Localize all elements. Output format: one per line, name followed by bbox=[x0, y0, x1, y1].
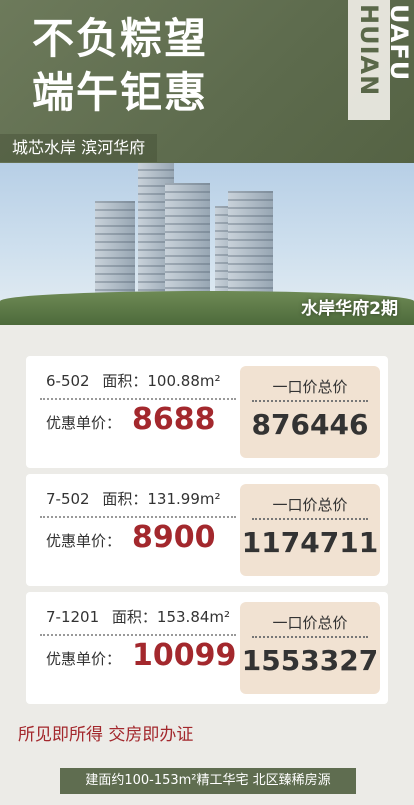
unit-info: 7-502 面积：131.99m² bbox=[46, 488, 221, 509]
listing-card[interactable]: 7-1201 面积：153.84m² 优惠单价： 10099 一口价总价 155… bbox=[26, 592, 388, 704]
total-price: 1553327 bbox=[241, 644, 379, 677]
unit-info: 6-502 面积：100.88m² bbox=[46, 370, 221, 391]
unit-number: 7-502 bbox=[46, 490, 90, 508]
divider bbox=[252, 636, 368, 638]
divider bbox=[40, 516, 236, 518]
unit-number: 7-1201 bbox=[46, 608, 100, 626]
unit-price: 10099 bbox=[132, 638, 237, 673]
unit-area: 面积：100.88m² bbox=[102, 372, 221, 390]
footer-banner: 建面约100-153m²精工华宅 北区臻稀房源 bbox=[60, 768, 356, 794]
building-photo: 水岸华府2期 bbox=[0, 163, 414, 325]
total-price-box: 一口价总价 876446 bbox=[240, 366, 380, 458]
unit-area: 面积：131.99m² bbox=[102, 490, 221, 508]
divider bbox=[40, 398, 236, 400]
unit-price-label: 优惠单价： bbox=[46, 650, 122, 668]
hero-banner: 不负粽望 端午钜惠 HUIAN UAFU 城芯水岸 滨河华府 bbox=[0, 0, 414, 163]
total-price-label: 一口价总价 bbox=[272, 378, 348, 396]
vertical-text-right: UAFU bbox=[385, 4, 413, 82]
unit-price: 8900 bbox=[132, 520, 216, 555]
unit-price: 8688 bbox=[132, 402, 216, 437]
unit-number: 6-502 bbox=[46, 372, 90, 390]
total-price-box: 一口价总价 1174711 bbox=[240, 484, 380, 576]
headline: 不负粽望 端午钜惠 bbox=[32, 12, 208, 120]
headline-line2: 端午钜惠 bbox=[32, 68, 209, 117]
divider bbox=[40, 634, 236, 636]
listing-card[interactable]: 6-502 面积：100.88m² 优惠单价： 8688 一口价总价 87644… bbox=[26, 356, 388, 468]
total-price: 876446 bbox=[251, 408, 369, 441]
photo-caption: 水岸华府2期 bbox=[301, 299, 398, 319]
divider bbox=[252, 518, 368, 520]
divider bbox=[252, 400, 368, 402]
unit-info: 7-1201 面积：153.84m² bbox=[46, 606, 230, 627]
vertical-text-left: HUIAN bbox=[355, 4, 383, 97]
total-price-label: 一口价总价 bbox=[272, 496, 348, 514]
total-price-box: 一口价总价 1553327 bbox=[240, 602, 380, 694]
unit-area: 面积：153.84m² bbox=[111, 608, 231, 626]
unit-price-label: 优惠单价： bbox=[46, 532, 122, 550]
slogan: 所见即所得 交房即办证 bbox=[18, 725, 194, 745]
tagline: 城芯水岸 滨河华府 bbox=[0, 134, 158, 162]
total-price-label: 一口价总价 bbox=[272, 614, 348, 632]
unit-price-label: 优惠单价： bbox=[46, 414, 122, 432]
total-price: 1174711 bbox=[241, 526, 379, 559]
headline-line1: 不负粽望 bbox=[32, 14, 209, 63]
listing-card[interactable]: 7-502 面积：131.99m² 优惠单价： 8900 一口价总价 11747… bbox=[26, 474, 388, 586]
